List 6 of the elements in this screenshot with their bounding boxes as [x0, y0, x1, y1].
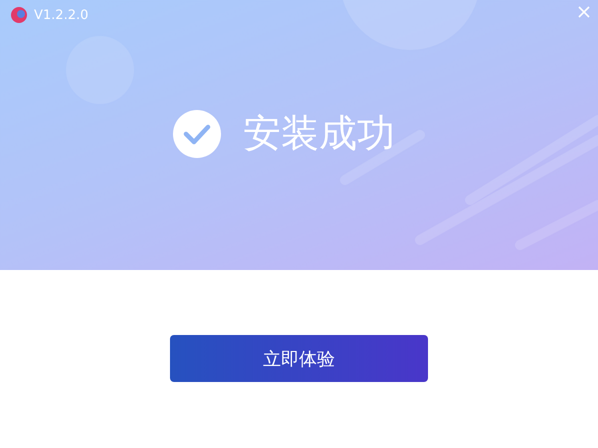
check-icon	[173, 110, 221, 158]
close-button[interactable]	[576, 4, 592, 20]
window-title: V1.2.2.0	[34, 8, 88, 22]
start-button[interactable]: 立即体验	[170, 335, 428, 382]
success-message: 安装成功	[243, 110, 395, 157]
app-logo-icon	[10, 6, 28, 24]
